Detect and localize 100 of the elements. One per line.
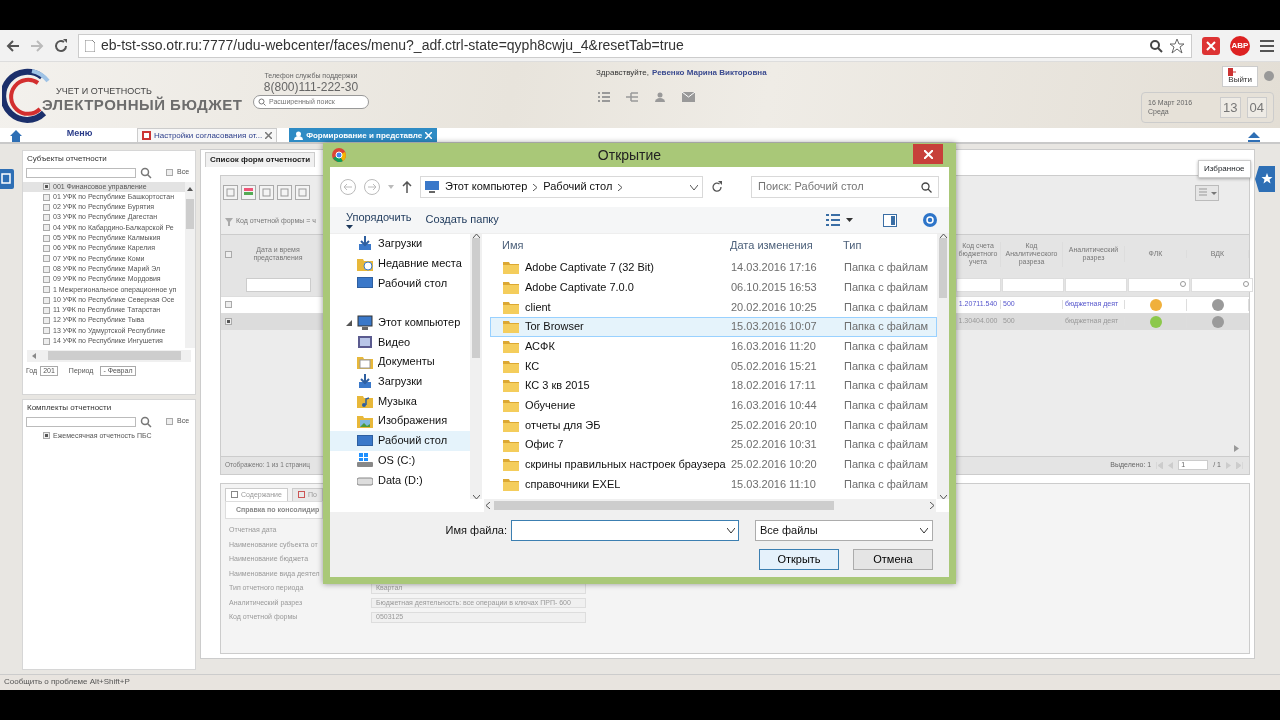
- refresh-icon[interactable]: [711, 181, 723, 193]
- checkbox[interactable]: [225, 301, 232, 309]
- checkbox[interactable]: [225, 318, 232, 326]
- nav-item[interactable]: Изображения: [330, 411, 470, 431]
- tab[interactable]: Список форм отчетности: [205, 152, 316, 167]
- scrollbar[interactable]: [185, 181, 195, 348]
- checkbox[interactable]: [43, 265, 50, 273]
- users-icon[interactable]: [654, 91, 666, 102]
- checkbox[interactable]: [43, 337, 50, 345]
- file-row[interactable]: Adobe Captivate 7 (32 Bit) 14.03.2016 17:16 Папка с файлам: [490, 258, 937, 278]
- table-icon[interactable]: [295, 185, 310, 201]
- filter-field[interactable]: [1128, 277, 1190, 292]
- filter-field[interactable]: [1065, 277, 1127, 292]
- user-name[interactable]: Ревенко Марина Викторовна: [652, 68, 767, 78]
- nav-item[interactable]: Этот компьютер: [330, 312, 470, 333]
- checkbox[interactable]: [43, 432, 50, 440]
- checkbox[interactable]: [43, 306, 50, 314]
- scrollbar-thumb[interactable]: [494, 501, 834, 510]
- new-folder-button[interactable]: Создать папку: [421, 211, 503, 229]
- checkbox[interactable]: [43, 327, 50, 335]
- file-row[interactable]: АСФК 16.03.2016 11:20 Папка с файлам: [490, 336, 937, 357]
- column-header[interactable]: Дата изменения: [730, 239, 843, 253]
- nav-item[interactable]: Data (D:): [330, 470, 470, 490]
- scrollbar[interactable]: [470, 234, 482, 499]
- checkbox[interactable]: [43, 275, 50, 283]
- hierarchy-icon[interactable]: [626, 91, 638, 102]
- home-icon[interactable]: [10, 130, 22, 142]
- file-row[interactable]: отчеты для ЭБ 25.02.2016 20:10 Папка с файлам: [490, 415, 937, 436]
- first-page-icon[interactable]: [1156, 461, 1164, 469]
- caret-icon[interactable]: [846, 218, 853, 222]
- dropdown-icon[interactable]: [690, 184, 698, 190]
- filter-field[interactable]: [956, 277, 1001, 292]
- nav-item[interactable]: Рабочий стол: [330, 430, 470, 451]
- checkbox[interactable]: [166, 169, 173, 177]
- scrollbar-thumb[interactable]: [472, 238, 480, 358]
- file-type-dropdown[interactable]: Все файлы: [755, 520, 933, 541]
- filename-field[interactable]: [511, 520, 739, 541]
- breadcrumb-item[interactable]: Этот компьютер: [445, 180, 528, 194]
- export-icon[interactable]: [1195, 184, 1219, 201]
- address-field[interactable]: Этот компьютер Рабочий стол: [420, 176, 703, 198]
- checkbox[interactable]: [225, 250, 232, 258]
- menu-icon[interactable]: [1260, 38, 1274, 53]
- address-bar[interactable]: eb-tst-sso.otr.ru:7777/udu-webcenter/faces/menu?_adf.ctrl-state=qyph8cwju_4&resetTab=true: [78, 33, 1192, 58]
- checkbox[interactable]: [43, 234, 50, 242]
- scrollbar-thumb[interactable]: [186, 198, 194, 229]
- search-field[interactable]: [26, 416, 136, 427]
- adblock-badge[interactable]: ABP: [1230, 35, 1250, 56]
- file-row[interactable]: Офис 7 25.02.2016 10:31 Папка с файлам: [490, 435, 937, 455]
- logout-button[interactable]: Выйти: [1222, 66, 1258, 87]
- search-icon[interactable]: [140, 166, 152, 179]
- reload-icon[interactable]: [54, 38, 68, 53]
- file-row[interactable]: КС 3 кв 2015 18.02.2016 17:11 Папка с файлам: [490, 376, 937, 396]
- preview-pane-icon[interactable]: [883, 213, 897, 227]
- open-button[interactable]: Открыть: [759, 549, 839, 570]
- breadcrumb-item[interactable]: Рабочий стол: [543, 180, 613, 194]
- up-icon[interactable]: [402, 181, 412, 193]
- star-icon[interactable]: [1169, 37, 1185, 54]
- last-page-icon[interactable]: [1236, 461, 1243, 469]
- search-icon[interactable]: [140, 415, 152, 428]
- file-row[interactable]: скрины правильных настроек браузера 25.02.2016 10:20 Папка с файлам: [490, 454, 937, 475]
- edit-icon[interactable]: [0, 169, 14, 189]
- save-icon[interactable]: [223, 185, 238, 201]
- layers-icon[interactable]: [241, 185, 256, 201]
- previous-page-icon[interactable]: [1168, 461, 1174, 469]
- view-icon[interactable]: [826, 214, 840, 226]
- file-row[interactable]: Tor Browser 15.03.2016 10:07 Папка с файлам: [490, 317, 937, 337]
- close-icon[interactable]: [265, 132, 273, 139]
- column-header[interactable]: Имя: [490, 239, 730, 253]
- forward-icon[interactable]: [364, 179, 380, 195]
- filter-field[interactable]: [1191, 277, 1253, 292]
- nav-item[interactable]: Рабочий стол: [330, 273, 470, 294]
- next-page-icon[interactable]: [1226, 461, 1231, 469]
- nav-item[interactable]: Загрузки: [330, 371, 470, 392]
- file-row[interactable]: КС 05.02.2016 15:21 Папка с файлам: [490, 356, 937, 377]
- menu-tab[interactable]: Меню: [22, 128, 137, 142]
- search-icon[interactable]: [1149, 38, 1163, 53]
- cancel-button[interactable]: Отмена: [853, 549, 933, 570]
- file-row[interactable]: client 20.02.2016 10:25 Папка с файлам: [490, 297, 937, 318]
- checkbox[interactable]: [43, 183, 50, 191]
- back-icon[interactable]: [6, 38, 20, 53]
- nav-item[interactable]: Видео: [330, 332, 470, 353]
- nav-item[interactable]: Загрузки: [330, 234, 470, 254]
- collapse-icon[interactable]: [1248, 132, 1260, 142]
- scrollbar[interactable]: [27, 349, 191, 362]
- nav-item[interactable]: Недавние места: [330, 253, 470, 274]
- checkbox[interactable]: [43, 224, 50, 232]
- list-icon[interactable]: [598, 91, 610, 102]
- scrollbar-thumb[interactable]: [939, 238, 947, 298]
- checkbox[interactable]: [166, 418, 173, 426]
- mail-icon[interactable]: [682, 91, 695, 102]
- column-header[interactable]: Тип: [843, 239, 925, 253]
- document-icon[interactable]: [259, 185, 274, 201]
- forward-icon[interactable]: [30, 38, 44, 53]
- filter-field[interactable]: [246, 277, 311, 292]
- checkbox[interactable]: [43, 255, 50, 263]
- extension-icon[interactable]: [1202, 36, 1220, 55]
- checkbox[interactable]: [43, 193, 50, 201]
- collapse-icon[interactable]: [346, 319, 352, 326]
- nav-item[interactable]: OS (C:): [330, 450, 470, 471]
- file-row[interactable]: Обучение 16.03.2016 10:44 Папка с файлам: [490, 395, 937, 416]
